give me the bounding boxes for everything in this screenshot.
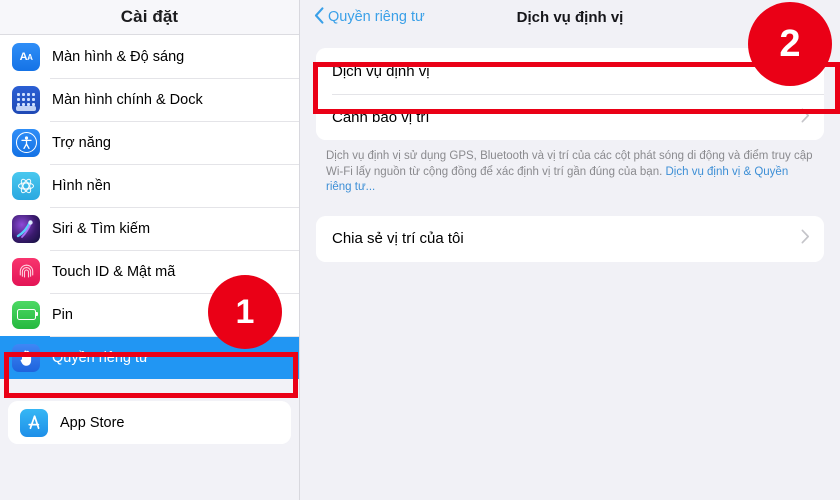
location-services-card: Dịch vụ định vị Cảnh báo vị trí (316, 48, 824, 140)
sidebar-item-wallpaper[interactable]: Hình nền (0, 164, 299, 207)
share-my-location-card: Chia sẻ vị trí của tôi (316, 215, 824, 262)
sidebar-item-display-brightness[interactable]: AA Màn hình & Độ sáng (0, 35, 299, 78)
app-store-icon (20, 408, 48, 437)
row-label: Dịch vụ định vị (332, 62, 430, 80)
row-label: Cảnh báo vị trí (332, 108, 430, 126)
settings-sidebar: Cài đặt AA Màn hình & Độ sáng Màn hình c… (0, 0, 300, 500)
sidebar-item-label: Trợ năng (52, 134, 111, 151)
sidebar-title: Cài đặt (120, 7, 179, 26)
back-button-label: Quyền riêng tư (328, 9, 425, 25)
sidebar-item-label: Siri & Tìm kiếm (52, 220, 151, 237)
touch-id-icon (12, 257, 40, 286)
settings-app-window: Cài đặt AA Màn hình & Độ sáng Màn hình c… (0, 0, 840, 500)
row-share-my-location[interactable]: Chia sẻ vị trí của tôi (316, 215, 824, 262)
sidebar-item-siri-search[interactable]: Siri & Tìm kiếm (0, 207, 299, 250)
chevron-right-icon (801, 229, 810, 248)
sidebar-item-label: App Store (60, 414, 125, 431)
accessibility-icon (12, 128, 40, 157)
annotation-step-2-badge: 2 (748, 2, 832, 86)
location-services-panel: Quyền riêng tư Dịch vụ định vị Dịch vụ đ… (300, 0, 840, 500)
sidebar-item-label: Màn hình & Độ sáng (52, 48, 185, 65)
row-location-services[interactable]: Dịch vụ định vị (316, 48, 824, 94)
battery-icon (12, 300, 40, 329)
siri-icon (12, 214, 40, 243)
chevron-left-icon (314, 7, 324, 28)
row-location-alerts[interactable]: Cảnh báo vị trí (316, 94, 824, 140)
home-screen-dock-icon (12, 85, 40, 114)
sidebar-item-app-store[interactable]: App Store (8, 401, 291, 444)
sidebar-item-label: Quyền riêng tư (52, 349, 149, 366)
sidebar-item-accessibility[interactable]: Trợ năng (0, 121, 299, 164)
back-button[interactable]: Quyền riêng tư (314, 7, 425, 28)
sidebar-group-apps: App Store (8, 401, 291, 444)
sidebar-item-home-screen-dock[interactable]: Màn hình chính & Dock (0, 78, 299, 121)
row-label: Chia sẻ vị trí của tôi (332, 230, 464, 247)
sidebar-item-label: Hình nền (52, 177, 111, 194)
location-services-footnote: Dịch vụ định vị sử dụng GPS, Bluetooth v… (326, 149, 816, 196)
privacy-hand-icon (12, 343, 40, 372)
sidebar-item-label: Màn hình chính & Dock (52, 91, 203, 108)
sidebar-item-label: Touch ID & Mật mã (52, 263, 176, 280)
sidebar-group-divider (0, 379, 299, 401)
annotation-step-1-badge: 1 (208, 275, 282, 349)
display-brightness-icon: AA (12, 42, 40, 71)
sidebar-header: Cài đặt (0, 0, 299, 35)
wallpaper-icon (12, 171, 40, 200)
sidebar-item-label: Pin (52, 306, 73, 323)
chevron-right-icon (801, 108, 810, 127)
